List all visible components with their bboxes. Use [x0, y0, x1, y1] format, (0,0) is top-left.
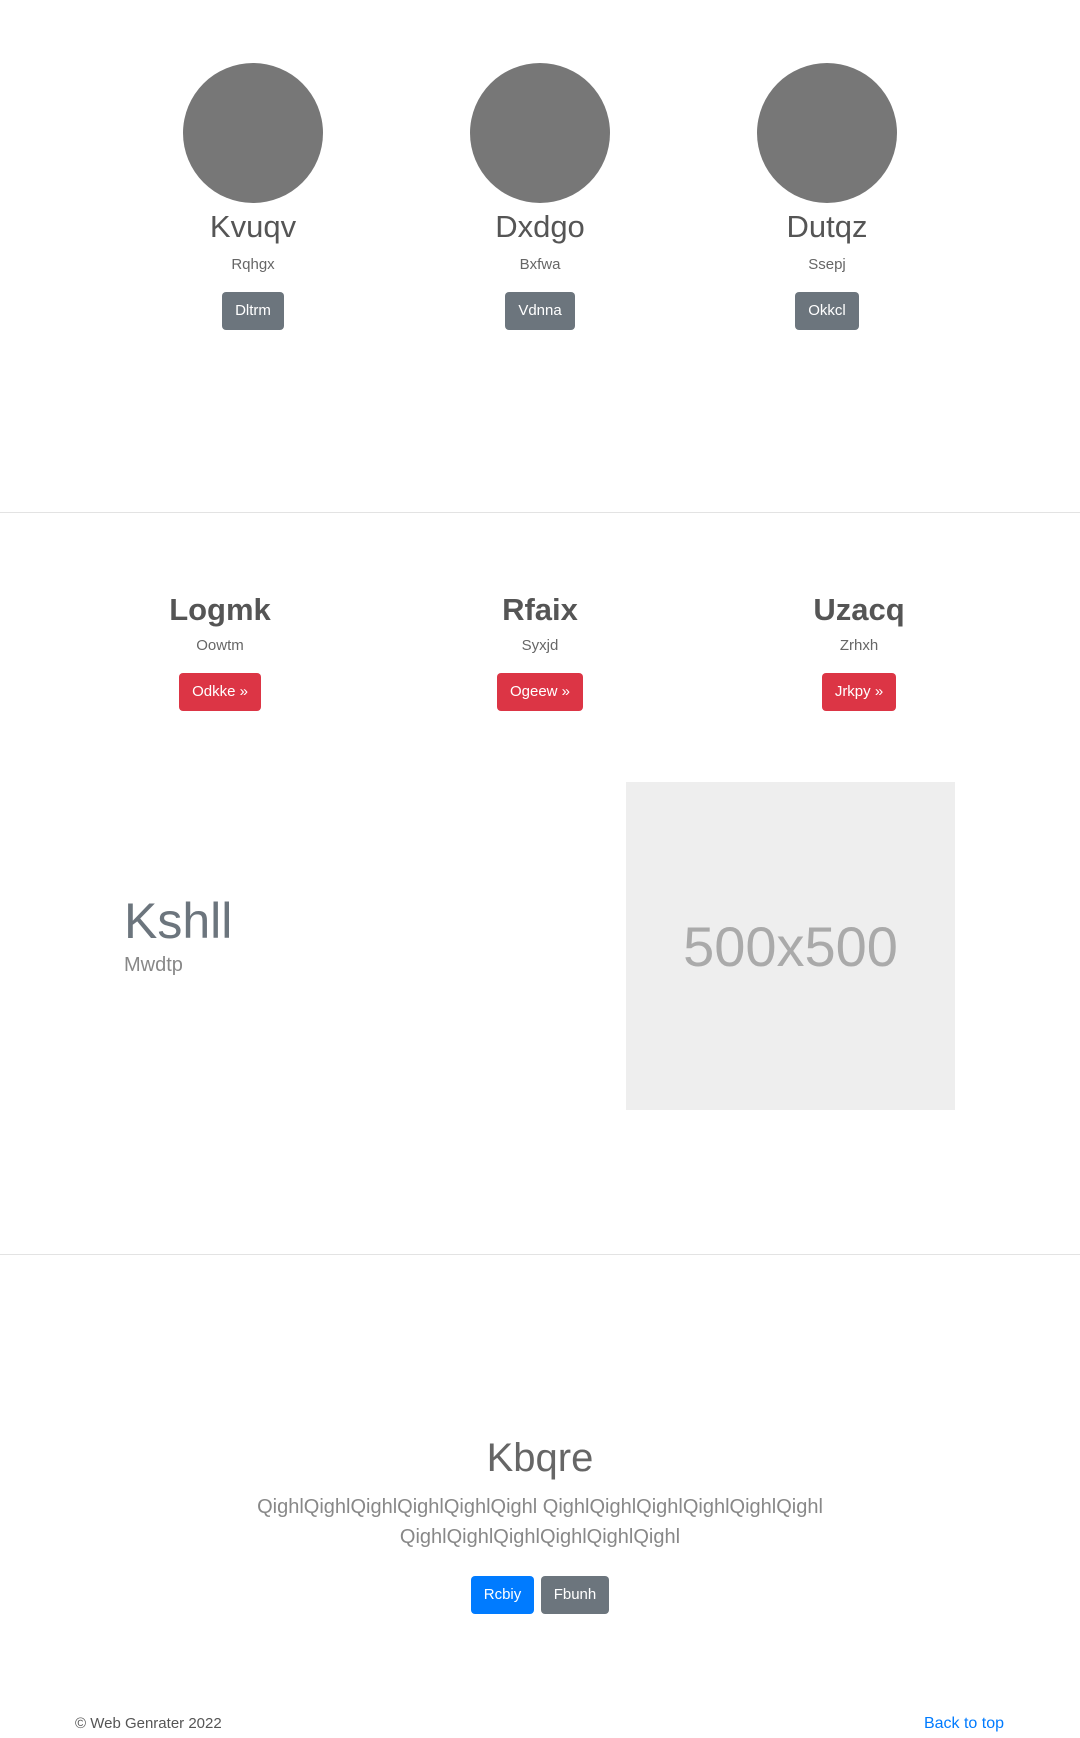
profile-name: Dutqz — [786, 209, 868, 244]
profile-button-2[interactable]: Vdnna — [505, 292, 575, 330]
avatar — [757, 63, 897, 203]
feature-subtitle: Syxjd — [521, 637, 559, 654]
profile-name: Kvuqv — [209, 209, 297, 244]
profile-card-2: Dxdgo Bxfwa Vdnna — [440, 63, 640, 330]
cta-primary-button[interactable]: Rcbiy — [470, 1576, 535, 1614]
avatar — [470, 63, 610, 203]
section-divider — [0, 512, 1080, 513]
feature-button-2[interactable]: Ogeew » — [496, 673, 584, 711]
profile-button-3[interactable]: Okkcl — [795, 292, 859, 330]
back-to-top-link[interactable]: Back to top — [924, 1715, 1004, 1733]
feature-title: Uzacq — [813, 592, 905, 627]
feature-subtitle: Zrhxh — [839, 637, 879, 654]
profile-subtitle: Rqhgx — [231, 256, 275, 273]
feature-button-3[interactable]: Jrkpy » — [821, 673, 897, 711]
footer-copyright: © Web Genrater 2022 — [75, 1715, 222, 1732]
profile-card-1: Kvuqv Rqhgx Dltrm — [153, 63, 353, 330]
feature-button-1[interactable]: Odkke » — [179, 673, 261, 711]
feature-card-3: Uzacq Zrhxh Jrkpy » — [749, 590, 969, 711]
hero-title: Kshll — [124, 893, 233, 949]
feature-title: Logmk — [169, 592, 271, 627]
cta-title: Kbqre — [486, 1436, 594, 1480]
hero-subtitle: Mwdtp — [124, 954, 183, 976]
cta-section: Kbqre QighlQighlQighlQighlQighlQighl Qig… — [0, 1430, 1080, 1614]
profile-subtitle: Ssepj — [808, 256, 846, 273]
hero-text-block: Kshll Mwdtp — [124, 888, 232, 978]
profile-button-1[interactable]: Dltrm — [222, 292, 284, 330]
cta-button-group: Rcbiy Fbunh — [0, 1576, 1080, 1614]
feature-card-2: Rfaix Syxjd Ogeew » — [430, 590, 650, 711]
page: Kvuqv Rqhgx Dltrm Dxdgo Bxfwa Vdnna Dutq… — [0, 0, 1080, 1738]
profile-name: Dxdgo — [495, 209, 585, 244]
cta-secondary-button[interactable]: Fbunh — [540, 1576, 610, 1614]
feature-card-1: Logmk Oowtm Odkke » — [110, 590, 330, 711]
cta-text: QighlQighlQighlQighlQighlQighl QighlQigh… — [257, 1496, 823, 1548]
placeholder-image: 500x500 — [626, 782, 955, 1110]
profile-subtitle: Bxfwa — [519, 256, 561, 273]
section-divider — [0, 1254, 1080, 1255]
profile-card-3: Dutqz Ssepj Okkcl — [727, 63, 927, 330]
feature-subtitle: Oowtm — [196, 637, 244, 654]
avatar — [183, 63, 323, 203]
feature-title: Rfaix — [502, 592, 578, 627]
placeholder-label: 500x500 — [683, 914, 898, 978]
